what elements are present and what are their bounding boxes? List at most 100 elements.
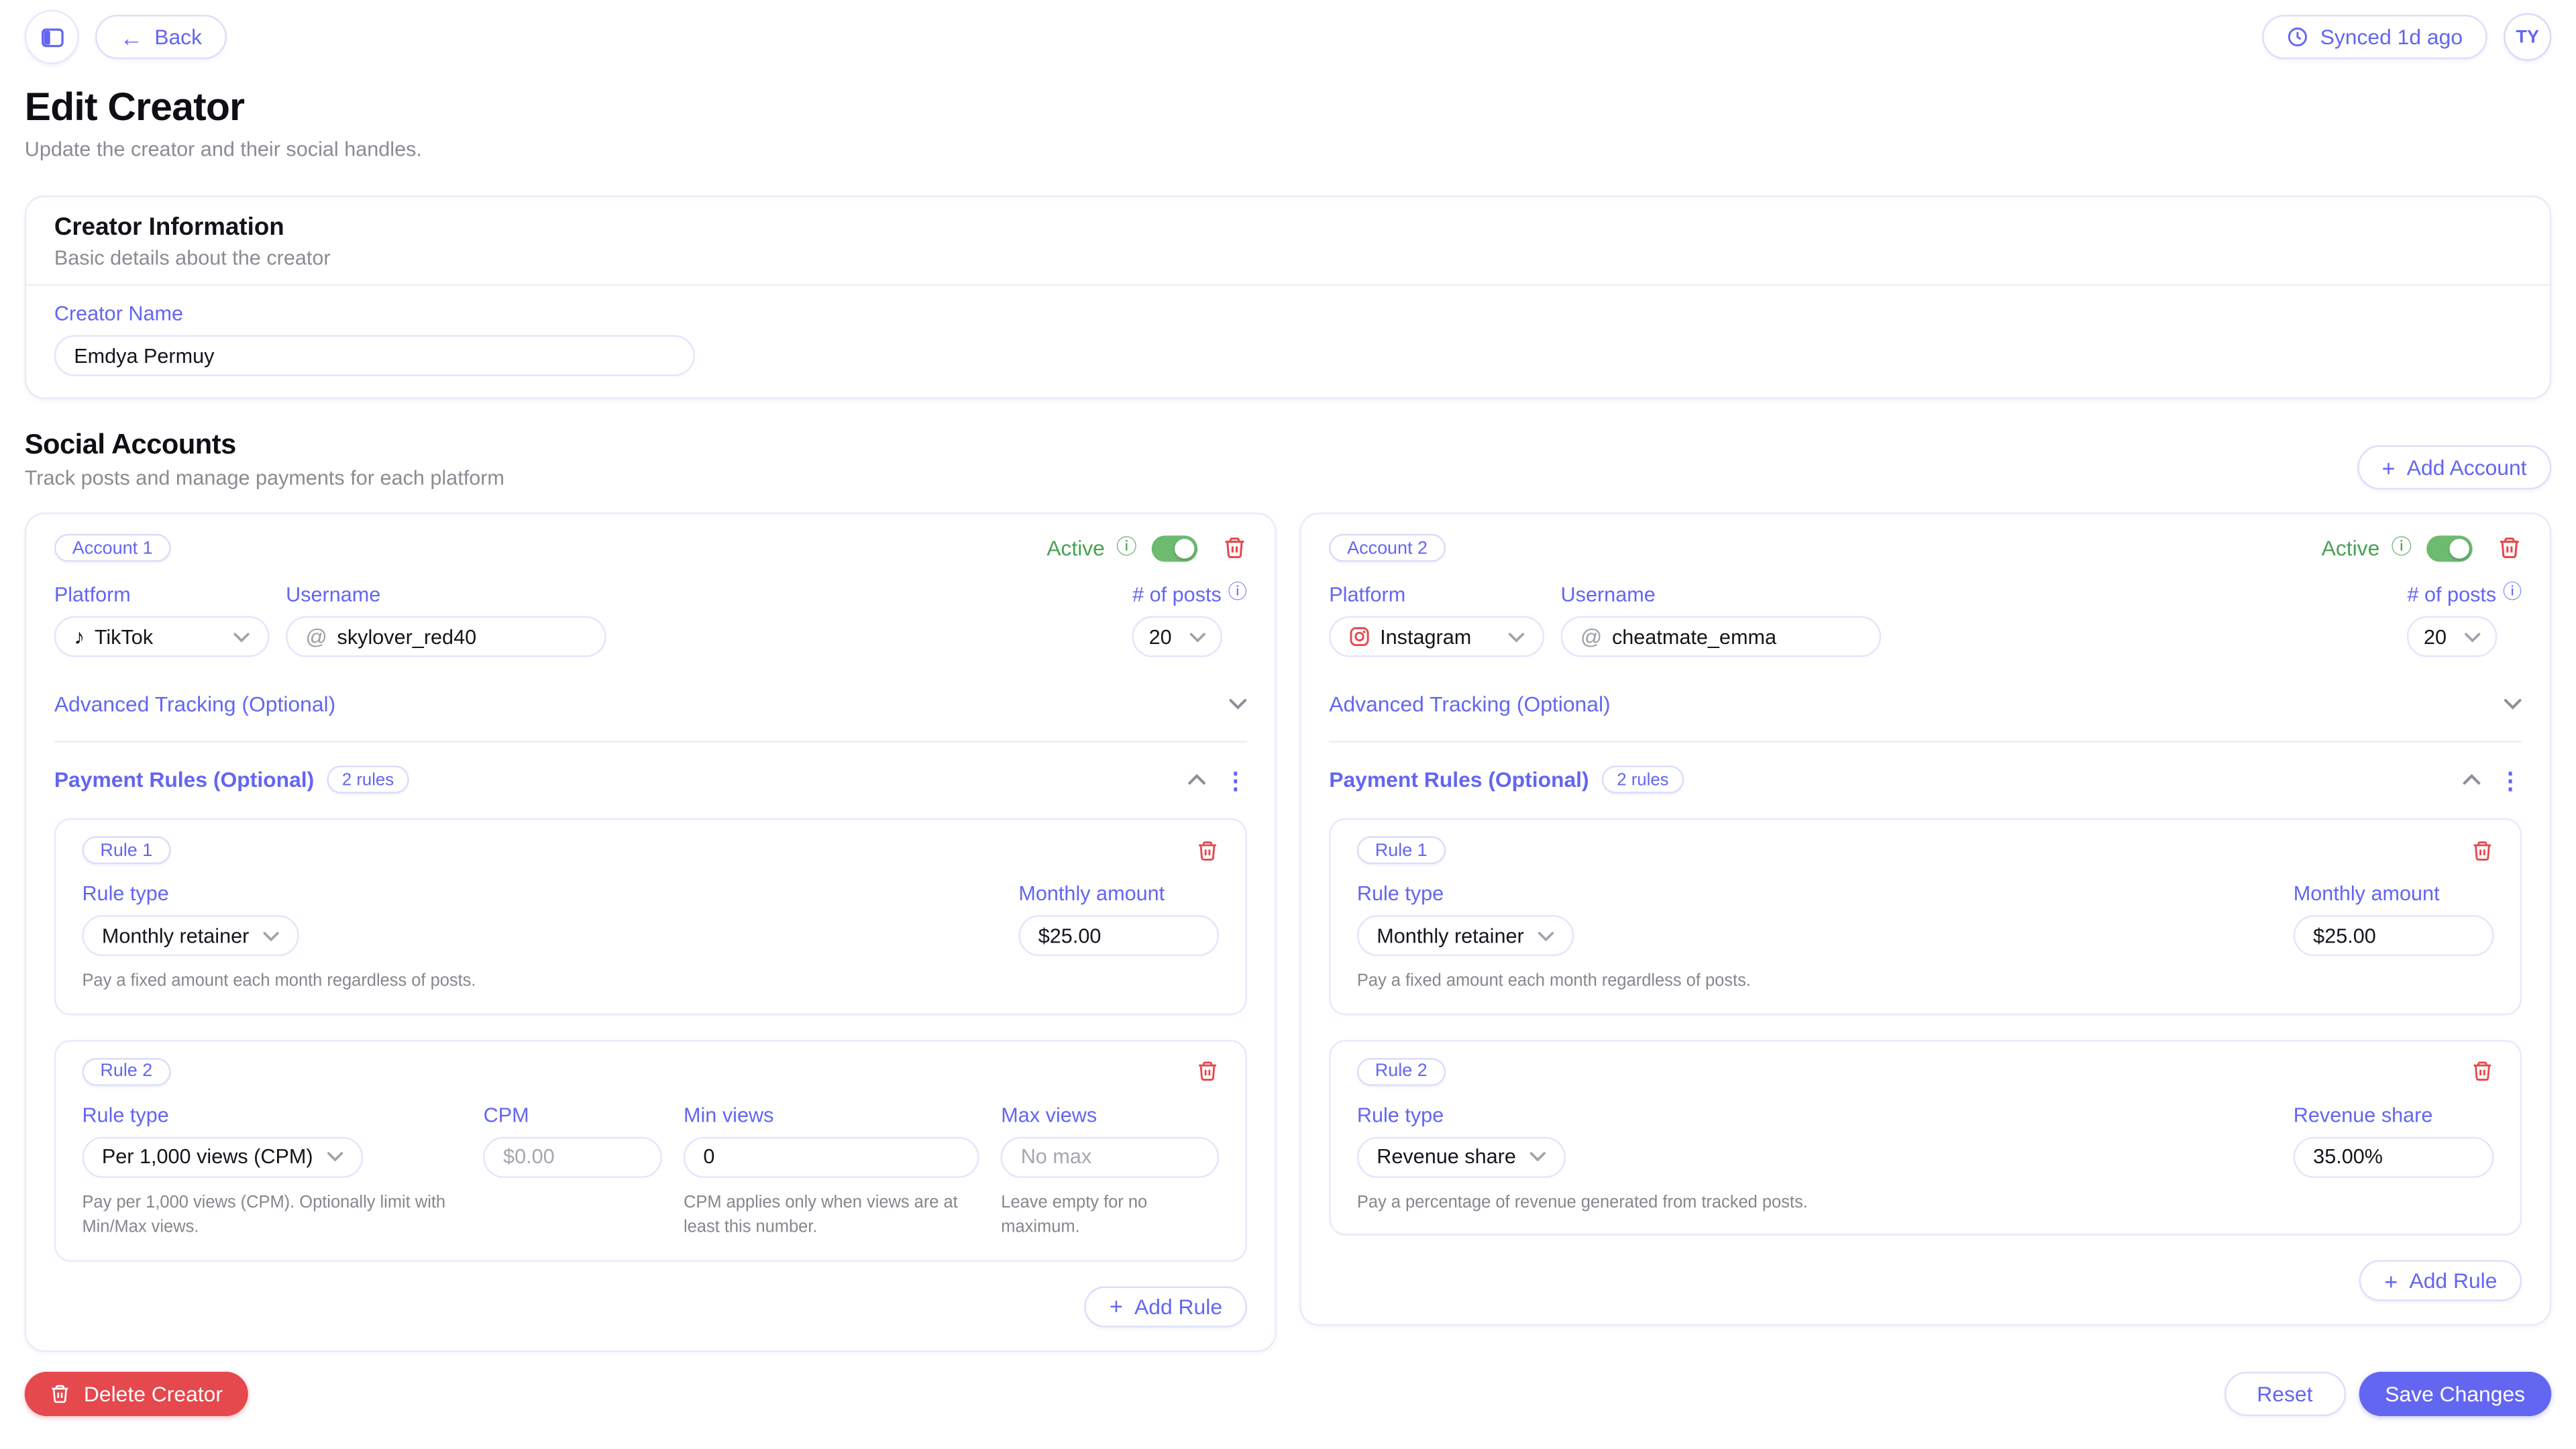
at-icon: @ bbox=[1580, 625, 1602, 649]
rule-card: Rule 2 Rule type Revenue share Pay a per… bbox=[1329, 1039, 2522, 1236]
field-control[interactable]: 0 bbox=[684, 1136, 979, 1177]
chevron-down-icon bbox=[1190, 632, 1206, 642]
add-account-button[interactable]: + Add Account bbox=[2357, 445, 2551, 490]
sidebar-panel-icon bbox=[39, 24, 65, 50]
platform-value: TikTok bbox=[95, 625, 153, 648]
save-changes-button[interactable]: Save Changes bbox=[2359, 1371, 2551, 1415]
page-title: Edit Creator bbox=[25, 87, 2552, 130]
user-avatar[interactable]: TY bbox=[2504, 13, 2551, 61]
field-select[interactable]: Revenue share bbox=[1357, 1136, 1565, 1177]
rule-field: Monthly amount $25.00 bbox=[2294, 882, 2494, 995]
synced-status-badge[interactable]: Synced 1d ago bbox=[2263, 15, 2487, 59]
platform-label: Platform bbox=[1329, 583, 1544, 606]
creator-info-title: Creator Information bbox=[54, 213, 2522, 241]
rule-fields: Rule type Revenue share Pay a percentage… bbox=[1357, 1104, 2494, 1216]
rules-count-badge: 2 rules bbox=[327, 765, 409, 794]
active-toggle[interactable] bbox=[1152, 535, 1198, 561]
active-toggle[interactable] bbox=[2426, 535, 2473, 561]
chevron-down-icon bbox=[1529, 1152, 1545, 1162]
platform-label: Platform bbox=[54, 583, 270, 606]
add-rule-button[interactable]: + Add Rule bbox=[1085, 1286, 1247, 1327]
reset-button[interactable]: Reset bbox=[2224, 1371, 2345, 1415]
add-rule-label: Add Rule bbox=[2409, 1269, 2497, 1293]
info-icon[interactable]: ⓘ bbox=[2391, 537, 2412, 558]
add-rule-label: Add Rule bbox=[1134, 1294, 1222, 1319]
field-control[interactable]: $25.00 bbox=[2294, 915, 2494, 956]
delete-rule-trash-icon[interactable] bbox=[1196, 1060, 1219, 1083]
rule-field: Rule type Monthly retainer Pay a fixed a… bbox=[1357, 882, 2272, 995]
field-label: Max views bbox=[1001, 1104, 1219, 1126]
at-icon: @ bbox=[306, 625, 327, 649]
delete-rule-trash-icon[interactable] bbox=[1196, 839, 1219, 861]
platform-select[interactable]: ♪ TikTok bbox=[54, 616, 270, 657]
plus-icon: + bbox=[2384, 1269, 2398, 1292]
field-label: Rule type bbox=[82, 882, 997, 905]
field-control[interactable]: No max bbox=[1001, 1136, 1219, 1177]
kebab-menu-icon[interactable]: ⋮ bbox=[2499, 768, 2522, 791]
field-label: Monthly amount bbox=[1018, 882, 1219, 905]
creator-name-label: Creator Name bbox=[54, 303, 2522, 325]
add-rule-button[interactable]: + Add Rule bbox=[2360, 1260, 2522, 1301]
topbar: ← Back Synced 1d ago TY bbox=[25, 0, 2552, 64]
platform-select[interactable]: Instagram bbox=[1329, 616, 1544, 657]
chevron-down-icon bbox=[2465, 632, 2481, 642]
info-icon[interactable]: ⓘ bbox=[1116, 537, 1137, 558]
username-value: cheatmate_emma bbox=[1612, 625, 1776, 648]
field-helper: CPM applies only when views are at least… bbox=[684, 1191, 979, 1242]
rule-badge: Rule 2 bbox=[1357, 1057, 1446, 1085]
rule-fields: Rule type Monthly retainer Pay a fixed a… bbox=[1357, 882, 2494, 995]
account-card: Account 2 Active ⓘ Platform bbox=[1299, 513, 2551, 1326]
field-control[interactable]: $0.00 bbox=[484, 1136, 663, 1177]
rule-field: Monthly amount $25.00 bbox=[1018, 882, 1219, 995]
chevron-down-icon bbox=[1537, 930, 1553, 941]
back-arrow-icon: ← bbox=[120, 25, 143, 48]
add-account-label: Add Account bbox=[2407, 455, 2527, 480]
posts-select[interactable]: 20 bbox=[1132, 616, 1223, 657]
delete-creator-button[interactable]: Delete Creator bbox=[25, 1371, 248, 1415]
sidebar-toggle-button[interactable] bbox=[25, 10, 79, 64]
field-label: Min views bbox=[684, 1104, 979, 1126]
rule-card: Rule 2 Rule type Per 1,000 views (CPM) P… bbox=[54, 1039, 1247, 1261]
field-helper: Pay a percentage of revenue generated fr… bbox=[1357, 1191, 2272, 1216]
rule-badge: Rule 1 bbox=[82, 837, 170, 865]
advanced-tracking-toggle[interactable]: Advanced Tracking (Optional) bbox=[54, 692, 1247, 716]
username-input[interactable]: @ skylover_red40 bbox=[286, 616, 606, 657]
field-select[interactable]: Per 1,000 views (CPM) bbox=[82, 1136, 362, 1177]
creator-information-card: Creator Information Basic details about … bbox=[25, 195, 2552, 399]
instagram-icon bbox=[1349, 626, 1371, 647]
plus-icon: + bbox=[2382, 456, 2396, 479]
field-label: CPM bbox=[484, 1104, 663, 1126]
payment-rules-label[interactable]: Payment Rules (Optional) bbox=[54, 767, 314, 792]
chevron-up-icon[interactable] bbox=[2463, 773, 2481, 785]
advanced-tracking-toggle[interactable]: Advanced Tracking (Optional) bbox=[1329, 692, 2522, 716]
delete-rule-trash-icon[interactable] bbox=[2471, 839, 2493, 861]
posts-info-icon[interactable]: ⓘ bbox=[1228, 585, 1247, 604]
chevron-down-icon bbox=[2504, 698, 2522, 710]
posts-info-icon[interactable]: ⓘ bbox=[2503, 585, 2522, 604]
rules-list: Rule 1 Rule type Monthly retainer Pay a … bbox=[54, 818, 1247, 1262]
posts-select[interactable]: 20 bbox=[2407, 616, 2498, 657]
username-input[interactable]: @ cheatmate_emma bbox=[1561, 616, 1882, 657]
field-control[interactable]: 35.00% bbox=[2294, 1136, 2494, 1177]
chevron-down-icon bbox=[1229, 698, 1247, 710]
field-select[interactable]: Monthly retainer bbox=[82, 915, 298, 956]
chevron-up-icon[interactable] bbox=[1188, 773, 1206, 785]
field-control[interactable]: $25.00 bbox=[1018, 915, 1219, 956]
active-label: Active bbox=[2322, 535, 2380, 560]
platform-value: Instagram bbox=[1380, 625, 1471, 648]
delete-rule-trash-icon[interactable] bbox=[2471, 1060, 2493, 1083]
delete-account-trash-icon[interactable] bbox=[1222, 535, 1247, 560]
delete-account-trash-icon[interactable] bbox=[2497, 535, 2522, 560]
payment-rules-label[interactable]: Payment Rules (Optional) bbox=[1329, 767, 1589, 792]
advanced-tracking-label: Advanced Tracking (Optional) bbox=[54, 692, 335, 716]
rule-badge: Rule 2 bbox=[82, 1057, 170, 1085]
field-label: Rule type bbox=[82, 1104, 462, 1126]
active-label: Active bbox=[1046, 535, 1105, 560]
back-button[interactable]: ← Back bbox=[95, 15, 227, 59]
field-select[interactable]: Monthly retainer bbox=[1357, 915, 1573, 956]
rule-card: Rule 1 Rule type Monthly retainer Pay a … bbox=[54, 818, 1247, 1015]
rule-field: Rule type Revenue share Pay a percentage… bbox=[1357, 1104, 2272, 1216]
avatar-initials: TY bbox=[2516, 27, 2539, 46]
kebab-menu-icon[interactable]: ⋮ bbox=[1224, 768, 1246, 791]
creator-name-input[interactable] bbox=[54, 335, 695, 376]
